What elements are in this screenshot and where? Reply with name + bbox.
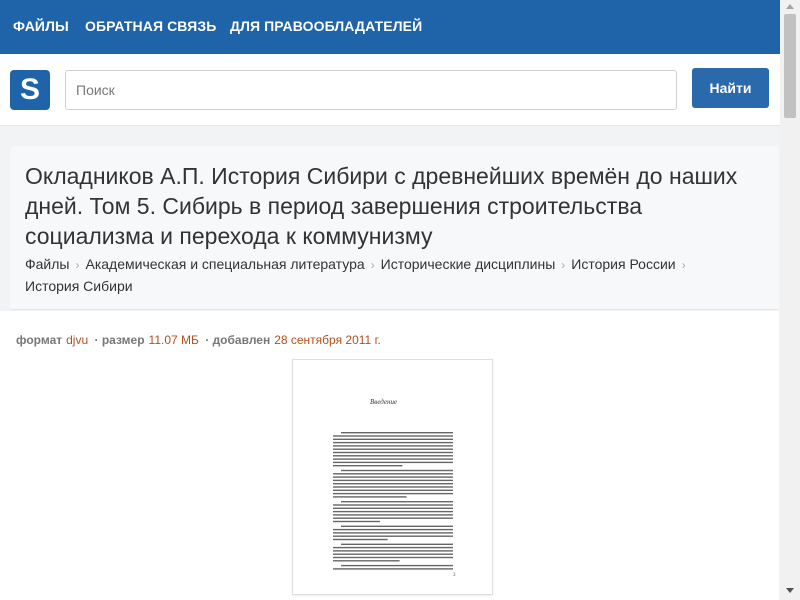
nav-link-feedback[interactable]: ОБРАТНАЯ СВЯЗЬ bbox=[85, 18, 216, 34]
preview-text-line bbox=[333, 458, 453, 460]
breadcrumb-separator-icon: › bbox=[370, 258, 375, 272]
preview-text-line bbox=[333, 489, 453, 491]
preview-text-line bbox=[333, 473, 453, 475]
size-label: размер bbox=[101, 333, 145, 347]
preview-text-line bbox=[333, 517, 453, 519]
preview-text-line bbox=[333, 445, 453, 447]
preview-heading: Введение bbox=[370, 398, 397, 406]
preview-text-line bbox=[341, 469, 453, 472]
breadcrumb-item-historical[interactable]: Исторические дисциплины bbox=[381, 256, 556, 272]
format-label: формат bbox=[16, 333, 63, 347]
breadcrumb-item-siberia-history[interactable]: История Сибири bbox=[25, 278, 133, 294]
preview-text-line bbox=[333, 507, 453, 509]
page-preview-thumbnail[interactable]: Введение 3 bbox=[292, 359, 493, 595]
nav-link-rightholders[interactable]: ДЛЯ ПРАВООБЛАДАТЕЛЕЙ bbox=[230, 18, 422, 34]
preview-text-line bbox=[333, 520, 380, 523]
breadcrumb-item-russia-history[interactable]: История России bbox=[571, 256, 675, 272]
preview-text-line bbox=[333, 550, 453, 552]
breadcrumb-separator-icon: › bbox=[681, 258, 686, 272]
nav-link-files[interactable]: ФАЙЛЫ bbox=[13, 18, 69, 34]
preview-text-line bbox=[333, 461, 453, 464]
preview-text-line bbox=[333, 514, 453, 516]
preview-text-line bbox=[333, 546, 453, 549]
preview-text-line bbox=[333, 568, 453, 570]
preview-text-line bbox=[333, 483, 453, 485]
preview-text-line bbox=[333, 553, 453, 555]
preview-text-line bbox=[333, 532, 453, 534]
preview-text-lines bbox=[333, 432, 453, 570]
document-header: Окладников А.П. История Сибири с древней… bbox=[10, 146, 779, 310]
preview-text-line bbox=[333, 535, 453, 537]
preview-text-line bbox=[341, 432, 453, 434]
preview-text-line bbox=[333, 510, 453, 513]
top-navigation: ФАЙЛЫ ОБРАТНАЯ СВЯЗЬ ДЛЯ ПРАВООБЛАДАТЕЛЕ… bbox=[0, 0, 780, 54]
page-title: Окладников А.П. История Сибири с древней… bbox=[25, 163, 738, 249]
scanned-page-image: Введение 3 bbox=[333, 398, 456, 578]
preview-text-line bbox=[333, 486, 453, 488]
preview-text-line bbox=[333, 451, 453, 454]
preview-text-line bbox=[333, 476, 453, 478]
preview-text-line bbox=[333, 538, 388, 541]
breadcrumb: Файлы › Академическая и специальная литера… bbox=[25, 254, 745, 297]
breadcrumb-item-academic[interactable]: Академическая и специальная литература bbox=[85, 256, 364, 272]
preview-text-line bbox=[333, 441, 453, 444]
vertical-scrollbar[interactable] bbox=[780, 0, 800, 600]
size-value: 11.07 МБ bbox=[148, 333, 199, 347]
preview-text-line bbox=[333, 448, 453, 450]
preview-text-line bbox=[333, 438, 453, 440]
scroll-down-arrow-icon[interactable] bbox=[786, 588, 794, 593]
search-bar: S Найти bbox=[0, 54, 780, 126]
breadcrumb-separator-icon: › bbox=[561, 258, 566, 272]
preview-text-line bbox=[333, 492, 453, 495]
preview-text-line bbox=[333, 556, 453, 559]
preview-text-line bbox=[333, 479, 453, 482]
preview-text-line bbox=[341, 525, 453, 527]
file-meta: формат djvu · размер 11.07 МБ · добавлен 28… bbox=[16, 333, 381, 347]
preview-text-line bbox=[333, 496, 407, 498]
site-logo[interactable]: S bbox=[10, 70, 50, 110]
document-content: формат djvu · размер 11.07 МБ · добавлен 28… bbox=[0, 311, 779, 600]
preview-text-line bbox=[333, 435, 453, 437]
search-button[interactable]: Найти bbox=[692, 68, 769, 108]
preview-page-number: 3 bbox=[453, 573, 456, 578]
added-value: 28 сентября 2011 г. bbox=[274, 333, 381, 347]
format-value: djvu bbox=[66, 333, 89, 347]
search-input[interactable] bbox=[65, 70, 677, 110]
scroll-up-arrow-icon[interactable] bbox=[786, 4, 794, 9]
preview-text-line bbox=[341, 501, 453, 503]
breadcrumb-separator-icon: › bbox=[75, 258, 80, 272]
preview-text-line bbox=[333, 465, 403, 467]
scrollbar-thumb[interactable] bbox=[784, 14, 796, 118]
added-label: добавлен bbox=[212, 333, 271, 347]
preview-text-line bbox=[333, 528, 453, 531]
preview-text-line bbox=[333, 560, 400, 562]
preview-text-line bbox=[333, 455, 453, 457]
preview-text-line bbox=[341, 564, 453, 567]
preview-text-line bbox=[333, 504, 453, 506]
preview-text-line bbox=[341, 543, 453, 545]
breadcrumb-item-files[interactable]: Файлы bbox=[25, 256, 69, 272]
